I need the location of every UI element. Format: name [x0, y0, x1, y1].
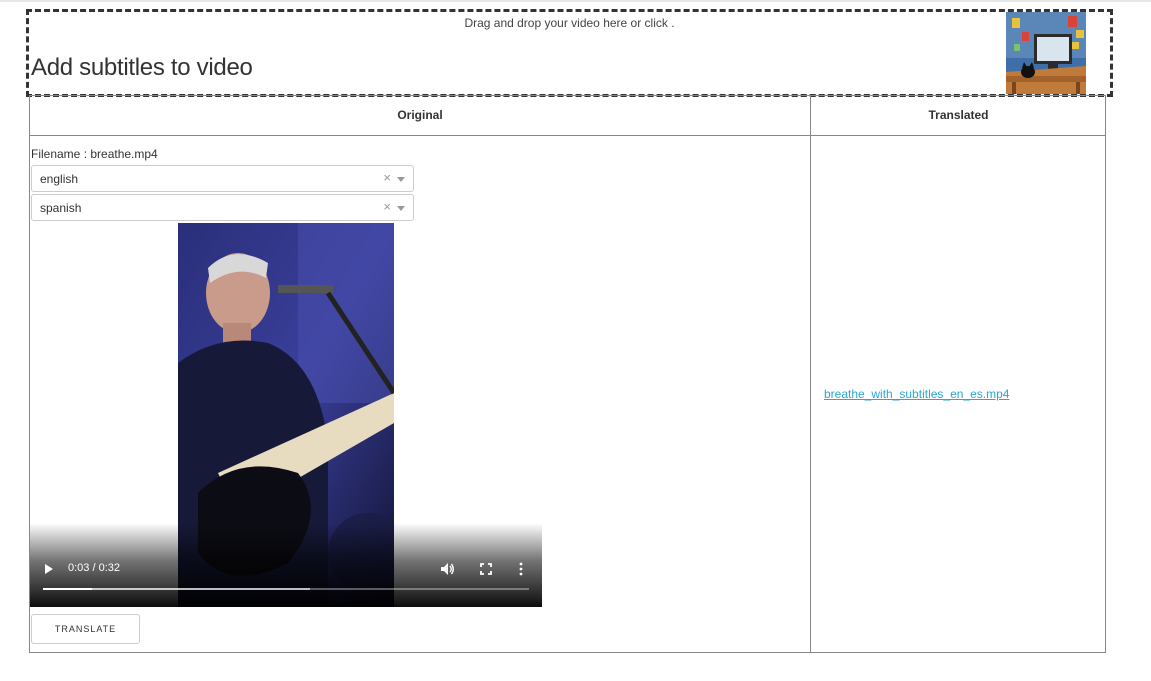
- source-language-select[interactable]: english ×: [31, 165, 414, 192]
- column-header-translated: Translated: [928, 108, 989, 122]
- video-player[interactable]: 0:03 / 0:32: [30, 223, 542, 607]
- column-header-original: Original: [397, 108, 443, 122]
- page-title: Add subtitles to video: [31, 54, 253, 81]
- translate-button[interactable]: TRANSLATE: [31, 614, 140, 644]
- clear-icon[interactable]: ×: [383, 170, 391, 185]
- filename-label: Filename : breathe.mp4: [31, 147, 158, 161]
- target-language-select[interactable]: spanish ×: [31, 194, 414, 221]
- chevron-down-icon[interactable]: [397, 206, 405, 211]
- clear-icon[interactable]: ×: [383, 199, 391, 214]
- play-icon[interactable]: [45, 564, 53, 574]
- translated-video-link[interactable]: breathe_with_subtitles_en_es.mp4: [824, 387, 1009, 401]
- chevron-down-icon[interactable]: [397, 177, 405, 182]
- top-border: [0, 0, 1151, 2]
- video-progress-fill: [43, 588, 92, 590]
- fullscreen-icon[interactable]: [479, 562, 493, 576]
- header-divider: [30, 135, 1105, 136]
- volume-icon[interactable]: [440, 562, 454, 576]
- video-dropzone[interactable]: Drag and drop your video here or click .…: [26, 9, 1113, 97]
- target-language-value: spanish: [40, 201, 82, 215]
- video-progress-bar[interactable]: [43, 588, 529, 590]
- dropzone-hint: Drag and drop your video here or click .: [464, 16, 675, 30]
- column-divider: [810, 96, 811, 652]
- subtitle-table: Original Translated Filename : breathe.m…: [29, 95, 1106, 653]
- logo-image: [1006, 12, 1086, 94]
- video-time: 0:03 / 0:32: [68, 562, 120, 574]
- source-language-value: english: [40, 172, 79, 186]
- more-options-icon[interactable]: [518, 562, 524, 576]
